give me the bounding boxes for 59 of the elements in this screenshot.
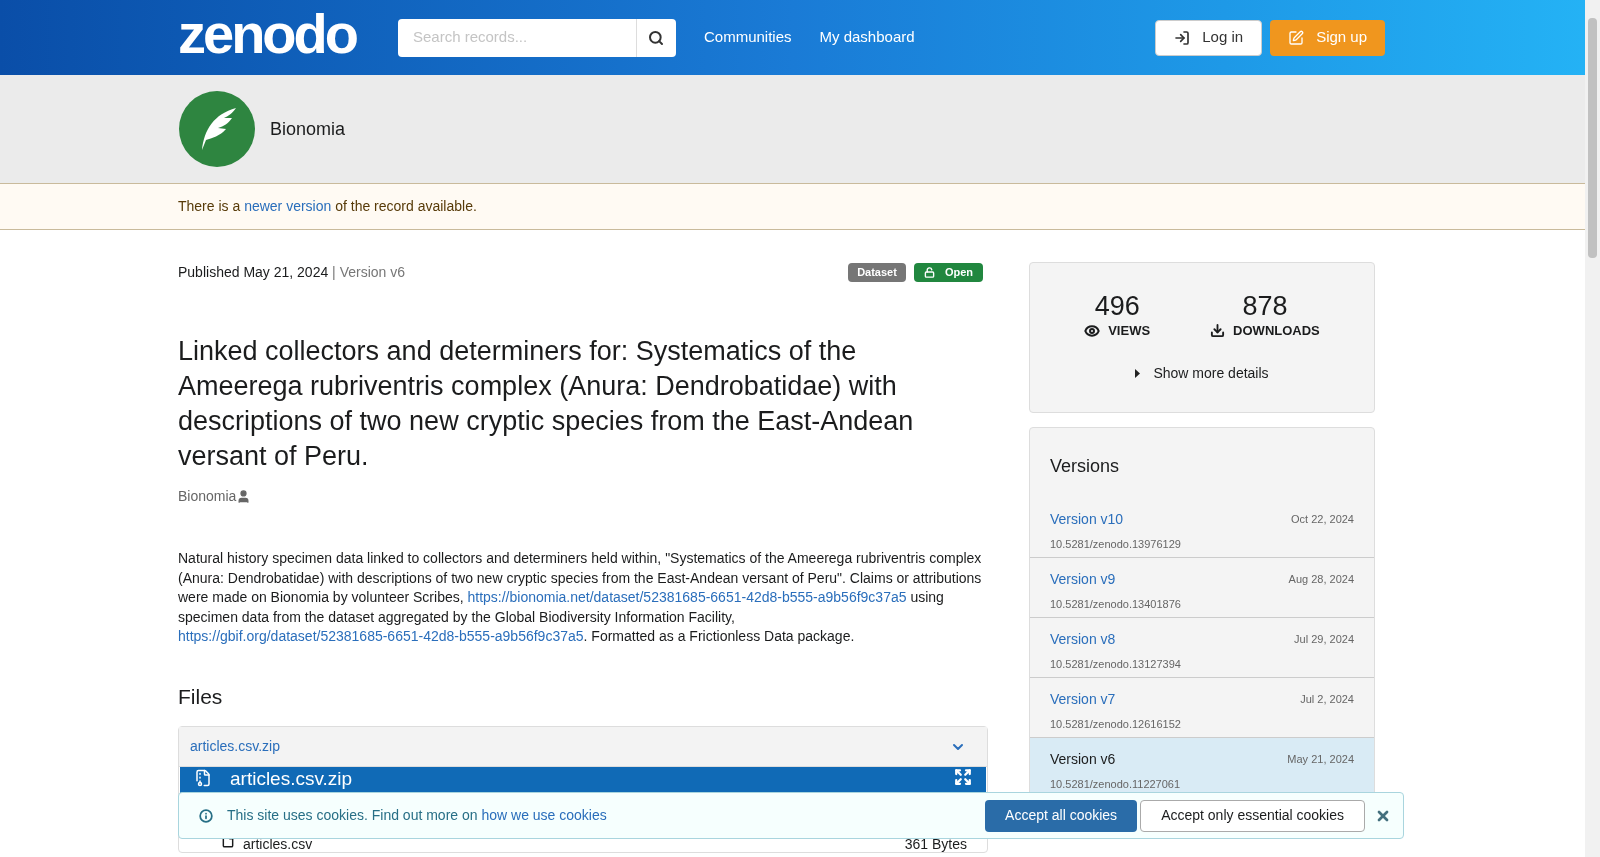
record-description: Natural history specimen data linked to collectors and determiners held within, "Systematics of the Ameerega rubriventris complex (Anura: Dendrobatidae) with descriptions of two new cryptic species from the East-Andean versant of Peru". Claims or attributions were made on Bionomia by volunteer Scribes, https://bionomia.net/dataset/52381685-6651-42d8-b555-a9b56f9c37a5 using specimen data from the dataset aggregated by the Global Biodiversity Information Facility, https://gbif.org/dataset/52381685-6651-42d8-b555-a9b56f9c37a5. Formatted as a Frictionless Data package.: [178, 549, 983, 646]
dataset-link[interactable]: https://gbif.org/dataset/52381685-6651-42d8-b555-a9b56f9c37a5: [178, 628, 584, 644]
info-icon: [199, 808, 213, 823]
cookie-policy-link[interactable]: how we use cookies: [481, 807, 607, 823]
views-label: VIEWS: [1084, 321, 1151, 341]
version-doi: 10.5281/zenodo.13127394: [1050, 657, 1182, 672]
person-icon: [236, 489, 252, 504]
nav-link[interactable]: My dashboard: [819, 26, 915, 49]
version-item[interactable]: Version v8 Jul 29, 2024 10.5281/zenodo.13127394: [1030, 618, 1374, 678]
open-access-badge: Open: [913, 262, 983, 282]
caret-right-icon: [1135, 368, 1142, 378]
version-label: Version v9: [1050, 570, 1116, 589]
eye-icon: [1084, 322, 1101, 339]
logo[interactable]: zenodo: [178, 5, 356, 62]
downloads-count: 878: [1242, 291, 1288, 321]
edit-icon: [1288, 29, 1305, 46]
version-date: Aug 28, 2024: [1288, 572, 1354, 588]
version-label: Version v6: [1050, 750, 1116, 769]
login-icon: [1174, 29, 1191, 46]
archive-file-icon: [194, 769, 212, 787]
version-label: Version v7: [1050, 690, 1116, 709]
version-doi: 10.5281/zenodo.13976129: [1050, 537, 1182, 552]
views-count: 496: [1094, 291, 1140, 321]
accept-essential-button[interactable]: Accept only essential cookies: [1140, 799, 1365, 832]
resource-type-badge: Dataset: [848, 262, 906, 282]
download-icon: [1210, 323, 1226, 339]
record-title: Linked collectors and determiners for: Systematics of the Ameerega rubriventris complex (Anura: Dendrobatidae) with descriptions of two new cryptic species from the East-Andean versant of Peru.: [178, 335, 915, 473]
show-details-toggle[interactable]: Show more details: [1135, 362, 1269, 384]
nav-link[interactable]: Communities: [704, 26, 792, 49]
version-date: Jul 2, 2024: [1300, 692, 1354, 708]
file-size: 361 Bytes: [904, 835, 967, 854]
preview-title: articles.csv.zip: [230, 768, 353, 789]
version-label: Version v10: [1050, 510, 1124, 529]
version-item[interactable]: Version v10 Oct 22, 2024 10.5281/zenodo.13976129: [1030, 498, 1374, 558]
cookie-message: This site uses cookies. Find out more on how we use cookies: [227, 806, 607, 825]
version-doi: 10.5281/zenodo.12616152: [1050, 717, 1182, 732]
version-doi: 10.5281/zenodo.13401876: [1050, 597, 1182, 612]
files-heading: Files: [178, 683, 224, 710]
publish-info: Published May 21, 2024 | Version v6: [178, 262, 405, 282]
accept-all-button[interactable]: Accept all cookies: [985, 799, 1138, 832]
dataset-link[interactable]: https://bionomia.net/dataset/52381685-6651-42d8-b555-a9b56f9c37a5: [467, 589, 907, 605]
newer-version-notice: There is a newer version of the record available.: [178, 197, 477, 216]
creator-link[interactable]: Bionomia: [178, 486, 237, 507]
expand-icon: [954, 768, 972, 786]
scrollbar[interactable]: [1585, 0, 1600, 857]
downloads-label: DOWNLOADS: [1210, 321, 1320, 341]
login-button[interactable]: Log in: [1155, 19, 1263, 56]
version-label: Version v8: [1050, 630, 1116, 649]
version-doi: 10.5281/zenodo.11227061: [1050, 777, 1182, 792]
search-icon: [648, 29, 665, 46]
version-date: Oct 22, 2024: [1291, 512, 1354, 528]
feather-logo-icon: [178, 90, 256, 168]
community-name[interactable]: Bionomia: [270, 115, 346, 143]
version-item[interactable]: Version v9 Aug 28, 2024 10.5281/zenodo.13401876: [1030, 558, 1374, 618]
newer-version-link[interactable]: newer version: [244, 198, 332, 214]
versions-heading: Versions: [1049, 455, 1121, 478]
archive-link[interactable]: articles.csv.zip: [190, 736, 280, 757]
version-date: Jul 29, 2024: [1294, 632, 1354, 648]
version-date: May 21, 2024: [1287, 752, 1354, 768]
